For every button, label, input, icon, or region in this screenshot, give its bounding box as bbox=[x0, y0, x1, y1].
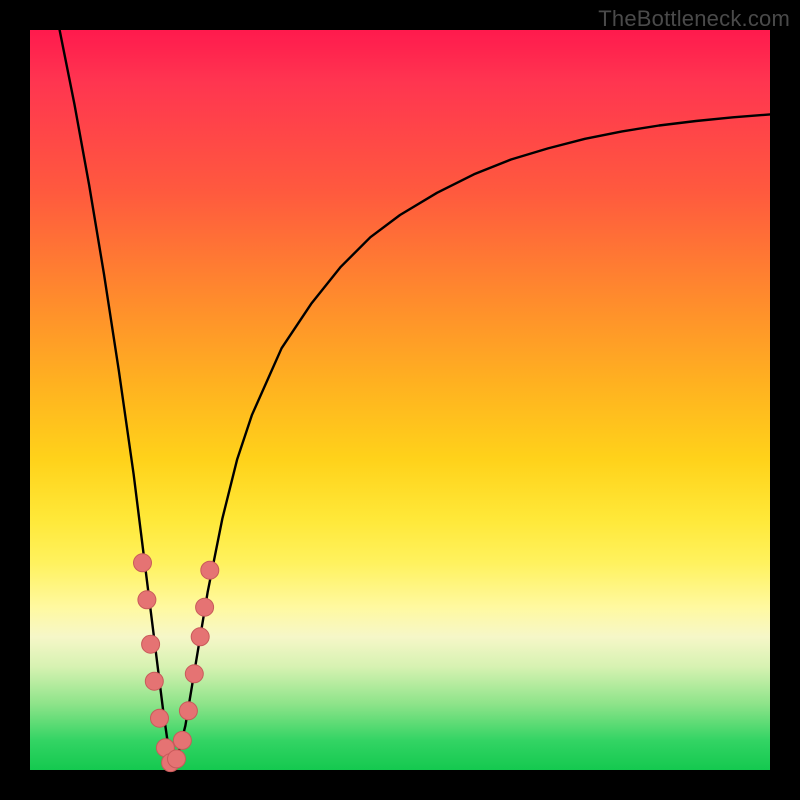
chart-frame: TheBottleneck.com bbox=[0, 0, 800, 800]
marker-dot bbox=[185, 665, 203, 683]
curve-layer bbox=[30, 30, 770, 770]
marker-dot bbox=[179, 702, 197, 720]
marker-dot bbox=[142, 635, 160, 653]
marker-group bbox=[134, 554, 219, 772]
marker-dot bbox=[173, 731, 191, 749]
marker-dot bbox=[191, 628, 209, 646]
marker-dot bbox=[145, 672, 163, 690]
marker-dot bbox=[196, 598, 214, 616]
bottleneck-curve bbox=[60, 30, 770, 763]
marker-dot bbox=[134, 554, 152, 572]
marker-dot bbox=[151, 709, 169, 727]
watermark-text: TheBottleneck.com bbox=[598, 6, 790, 32]
plot-area bbox=[30, 30, 770, 770]
marker-dot bbox=[201, 561, 219, 579]
marker-dot bbox=[168, 750, 186, 768]
marker-dot bbox=[138, 591, 156, 609]
